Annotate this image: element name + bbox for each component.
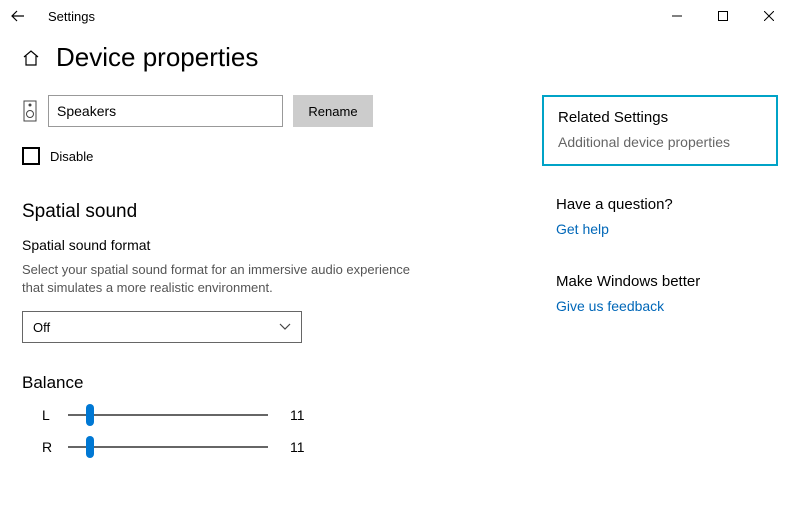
balance-right-label: R bbox=[42, 439, 56, 455]
minimize-icon bbox=[672, 11, 682, 21]
balance-left-slider[interactable] bbox=[68, 403, 268, 427]
home-icon bbox=[22, 49, 40, 67]
page-header: Device properties bbox=[0, 32, 800, 95]
get-help-link[interactable]: Get help bbox=[556, 221, 778, 237]
question-heading: Have a question? bbox=[556, 196, 778, 213]
balance-right-value: 11 bbox=[290, 439, 305, 455]
related-settings-box: Related Settings Additional device prope… bbox=[542, 95, 778, 166]
minimize-button[interactable] bbox=[654, 1, 700, 31]
spatial-format-dropdown[interactable]: Off bbox=[22, 311, 302, 343]
balance-left-value: 11 bbox=[290, 407, 305, 423]
main-panel: Rename Disable Spatial sound Spatial sou… bbox=[22, 95, 542, 467]
chevron-down-icon bbox=[279, 323, 291, 331]
app-title: Settings bbox=[48, 9, 95, 24]
side-panel: Related Settings Additional device prope… bbox=[542, 95, 778, 467]
disable-checkbox[interactable] bbox=[22, 147, 40, 165]
close-icon bbox=[764, 11, 774, 21]
device-name-input[interactable] bbox=[48, 95, 283, 127]
spatial-sound-heading: Spatial sound bbox=[22, 201, 542, 223]
additional-properties-link[interactable]: Additional device properties bbox=[558, 134, 762, 150]
balance-heading: Balance bbox=[22, 373, 542, 393]
page-title: Device properties bbox=[56, 42, 258, 73]
balance-left-label: L bbox=[42, 407, 56, 423]
make-better-heading: Make Windows better bbox=[556, 273, 778, 290]
home-button[interactable] bbox=[22, 49, 40, 67]
spatial-format-desc: Select your spatial sound format for an … bbox=[22, 261, 422, 297]
back-button[interactable] bbox=[8, 6, 28, 26]
titlebar: Settings bbox=[0, 0, 800, 32]
maximize-icon bbox=[718, 11, 728, 21]
spatial-format-label: Spatial sound format bbox=[22, 237, 542, 253]
balance-right-slider[interactable] bbox=[68, 435, 268, 459]
rename-button[interactable]: Rename bbox=[293, 95, 373, 127]
feedback-link[interactable]: Give us feedback bbox=[556, 298, 778, 314]
dropdown-value: Off bbox=[33, 320, 50, 335]
close-button[interactable] bbox=[746, 1, 792, 31]
related-settings-heading: Related Settings bbox=[558, 109, 762, 126]
maximize-button[interactable] bbox=[700, 1, 746, 31]
back-arrow-icon bbox=[11, 9, 25, 23]
disable-label: Disable bbox=[50, 149, 93, 164]
speaker-icon bbox=[22, 99, 38, 123]
